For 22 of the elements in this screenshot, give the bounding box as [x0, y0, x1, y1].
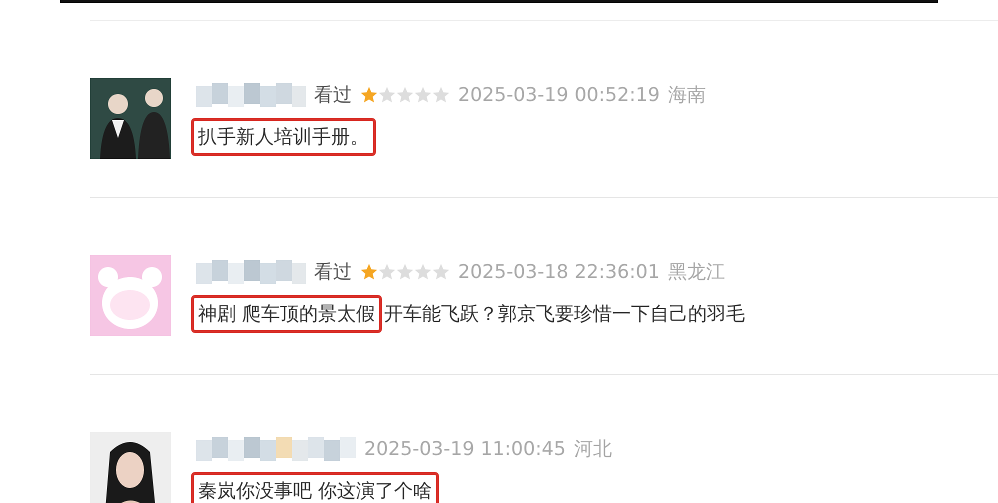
- watched-status: 看过: [314, 260, 352, 285]
- star-icon: [396, 86, 414, 104]
- star-icon: [378, 263, 396, 281]
- star-icon: [396, 263, 414, 281]
- star-icon: [414, 86, 432, 104]
- highlighted-comment: 秦岚你没事吧 你这演了个啥: [191, 472, 440, 503]
- star-icon: [378, 86, 396, 104]
- highlighted-comment: 神剧 爬车顶的景太假: [191, 295, 382, 333]
- review-time: 2025-03-19 11:00:45: [364, 438, 566, 460]
- star-icon: [432, 263, 450, 281]
- review-location: 海南: [668, 83, 706, 108]
- star-icon: [360, 263, 378, 281]
- highlighted-comment: 扒手新人培训手册。: [191, 118, 376, 156]
- watched-status: 看过: [314, 83, 352, 108]
- review-location: 黑龙江: [668, 260, 725, 285]
- review-time: 2025-03-19 00:52:19: [458, 84, 660, 106]
- review-time: 2025-03-18 22:36:01: [458, 261, 660, 283]
- star-icon: [360, 86, 378, 104]
- star-icon: [432, 86, 450, 104]
- comment-text: 开车能飞跃？郭京飞要珍惜一下自己的羽毛: [384, 302, 746, 327]
- review-location: 河北: [574, 437, 612, 462]
- star-icon: [414, 263, 432, 281]
